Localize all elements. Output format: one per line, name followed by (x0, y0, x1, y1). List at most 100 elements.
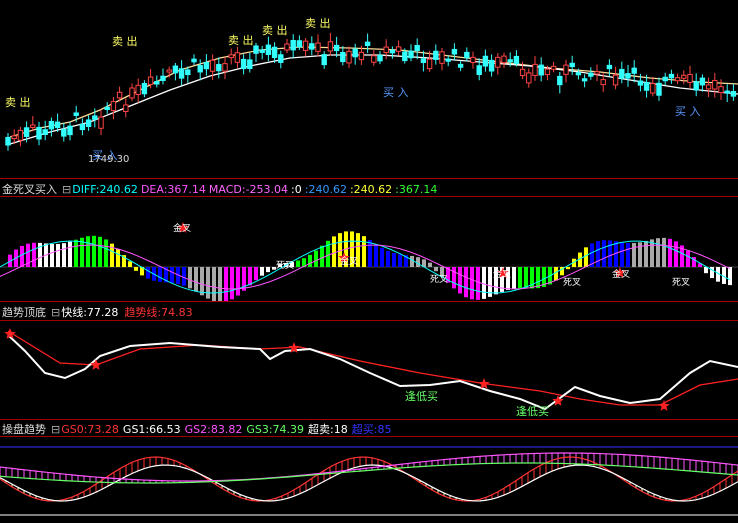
macd-bar (266, 267, 270, 273)
low-price-label: 1749.30 (88, 154, 130, 165)
macd-bar (374, 244, 378, 267)
candle-body (209, 59, 216, 72)
signal-star (90, 359, 102, 370)
macd-v2-value: :240.62 (349, 183, 393, 196)
trend-chart[interactable] (0, 321, 738, 419)
candle-body (563, 64, 569, 75)
candle-body (377, 54, 383, 62)
collapse-icon[interactable]: ⊟ (51, 423, 60, 436)
candle-body (259, 49, 265, 53)
buy-signal-label: 买 入 (383, 86, 409, 99)
macd-title: 金死叉买入 (2, 183, 57, 196)
macd-bar (662, 237, 666, 267)
candle-body (265, 44, 272, 55)
macd-bar (320, 245, 324, 267)
collapse-icon[interactable]: ⊟ (62, 183, 71, 196)
candle-body (73, 112, 79, 116)
macd-bar (128, 261, 132, 267)
ops-chart[interactable] (0, 437, 738, 523)
candle-body (612, 74, 619, 86)
golden-cross-label: 金叉 (493, 270, 512, 280)
trend-fast-value: 快线:77.28 (61, 306, 119, 319)
macd-bar (482, 267, 486, 299)
candle-body (662, 76, 668, 82)
candle-body (85, 119, 92, 127)
macd-bar (602, 240, 606, 267)
candle-body (172, 65, 179, 74)
candle-body (389, 49, 396, 54)
candle-body (240, 58, 247, 70)
macd-bar (632, 243, 636, 267)
candle-body (98, 116, 104, 129)
sell-signal-label: 卖 出 (228, 34, 254, 47)
trend-line-value: 趋势线:74.83 (124, 306, 193, 319)
candle-body (395, 46, 402, 52)
macd-bar (92, 235, 96, 267)
ops-title-bar: 操盘趋势 ⊟GS0:73.28 GS1:66.53 GS2:83.82 GS3:74.3… (2, 421, 396, 437)
candle-body (383, 46, 389, 54)
candle-body (457, 63, 464, 68)
macd-zero-value: :0 (291, 183, 302, 196)
macd-bar (308, 254, 312, 267)
candle-body (321, 54, 327, 66)
collapse-icon[interactable]: ⊟ (51, 306, 60, 319)
macd-bar (50, 243, 54, 267)
golden-cross-label: 金叉 (173, 224, 192, 234)
ops-overbought-value: 超卖:18 (308, 423, 348, 436)
candle-body (364, 41, 371, 47)
candle-body (501, 55, 507, 64)
macd-bar (392, 252, 396, 267)
macd-bar (200, 267, 204, 296)
candle-body (464, 51, 470, 59)
candle-body (594, 71, 600, 75)
macd-bar (56, 243, 60, 267)
macd-bar (668, 238, 672, 267)
macd-bar (158, 267, 162, 282)
candle-body (253, 45, 259, 54)
candle-body (705, 84, 712, 90)
macd-bar (194, 267, 198, 292)
ops-panel[interactable] (0, 437, 738, 523)
macd-v3-value: :367.14 (395, 183, 438, 196)
candle-body (588, 72, 594, 77)
candle-body (67, 125, 73, 136)
candle-body (712, 79, 718, 90)
panel-divider (0, 301, 738, 302)
macd-bar (386, 250, 390, 267)
candle-body (600, 79, 606, 86)
macd-bar (464, 267, 468, 298)
candle-body (141, 82, 148, 95)
candle-body (526, 72, 532, 84)
candle-body (451, 48, 458, 55)
macd-panel[interactable]: 金叉 死叉 金叉 死叉 金叉 死叉 金叉 死叉 (0, 197, 738, 301)
candle-body (681, 74, 687, 79)
candle-body (693, 81, 699, 91)
candle-body (433, 50, 439, 60)
macd-bar (584, 247, 588, 267)
macd-title-bar: 金死叉买入 ⊟DIFF:240.62 DEA:367.14 MACD:-253.04:… (2, 181, 442, 197)
candle-body (643, 82, 650, 91)
candle-body (538, 64, 544, 76)
macd-bar (470, 267, 474, 300)
candle-body (234, 52, 241, 63)
macd-chart[interactable] (0, 197, 738, 301)
candle-body (284, 43, 290, 51)
trend-panel[interactable]: 逢低买 逢低买 (0, 321, 738, 419)
main-price-panel[interactable]: 卖 出 卖 出 卖 出 卖 出 卖 出 买 入 买 入 买 入 1749.30 (0, 0, 738, 178)
macd-bar (206, 267, 210, 299)
candle-body (296, 40, 303, 48)
macd-bar (524, 267, 528, 289)
candle-body (302, 40, 309, 51)
candle-body (358, 51, 365, 61)
candle-body (625, 73, 631, 79)
candle-body (470, 56, 476, 63)
macd-bar (260, 267, 264, 276)
macd-bar (434, 267, 438, 272)
candle-body (507, 59, 513, 63)
candle-body (699, 77, 706, 86)
candle-body (426, 58, 433, 70)
macd-bar (314, 250, 318, 267)
candle-body (656, 82, 662, 96)
ops-title: 操盘趋势 (2, 423, 46, 436)
macd-bar (644, 240, 648, 267)
